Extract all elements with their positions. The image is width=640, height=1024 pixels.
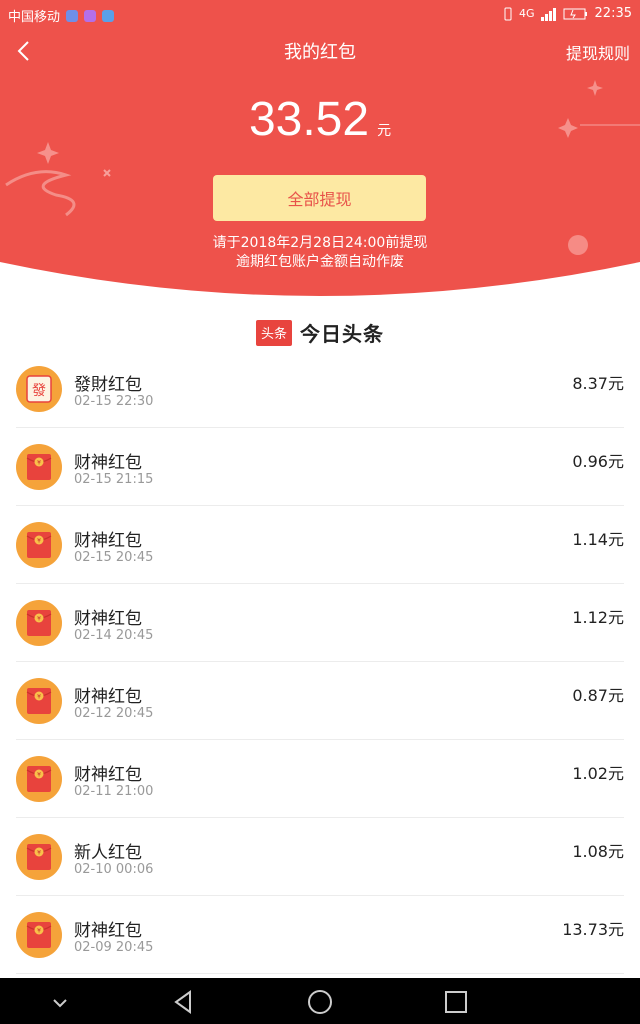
- item-amount: 1.14元: [572, 530, 624, 549]
- header: 中国移动 4G 22:35 我的红包 提现规则 33.52 元 全部提现 请于2…: [0, 0, 640, 300]
- status-bar: 中国移动 4G 22:35: [0, 0, 640, 28]
- svg-text:發: 發: [32, 383, 46, 399]
- list-item[interactable]: ¥ 财神红包 02-15 21:15 0.96元: [16, 428, 624, 506]
- yuan-envelope-icon: ¥: [16, 756, 62, 802]
- svg-text:¥: ¥: [37, 694, 41, 701]
- svg-text:¥: ¥: [37, 850, 41, 857]
- app-notification-icon: [84, 9, 97, 22]
- notice-line: 请于2018年2月28日24:00前提现: [212, 235, 428, 251]
- fa-icon: 發: [16, 366, 62, 412]
- clock-label: 22:35: [594, 6, 632, 21]
- item-amount: 1.08元: [572, 842, 624, 861]
- nav-bar: 我的红包 提现规则: [0, 34, 640, 70]
- network-label: 4G: [519, 7, 535, 20]
- list-item[interactable]: 發 發財红包 02-15 22:30 8.37元: [16, 350, 624, 428]
- app-notification-icon: [66, 9, 79, 22]
- page-title: 我的红包: [284, 42, 356, 63]
- yuan-envelope-icon: ¥: [16, 678, 62, 724]
- hide-nav-button[interactable]: [46, 988, 74, 1016]
- yuan-envelope-icon: ¥: [16, 912, 62, 958]
- yuan-envelope-icon: ¥: [16, 600, 62, 646]
- svg-text:¥: ¥: [37, 616, 41, 623]
- brand-logo: 头条 今日头条: [0, 318, 640, 347]
- toutiao-name: 今日头条: [300, 322, 384, 346]
- back-nav-button[interactable]: [170, 988, 198, 1016]
- item-time: 02-10 00:06: [74, 862, 154, 877]
- system-nav-bar: [0, 978, 640, 1024]
- notice-line: 逾期红包账户金额自动作废: [236, 254, 404, 270]
- yuan-envelope-icon: ¥: [16, 444, 62, 490]
- item-time: 02-12 20:45: [74, 706, 154, 721]
- balance-amount: 33.52: [248, 93, 370, 146]
- svg-text:¥: ¥: [37, 772, 41, 779]
- list-item[interactable]: ¥ 新人红包 02-10 00:06 1.08元: [16, 818, 624, 896]
- item-name: 财神红包: [74, 687, 142, 707]
- item-name: 财神红包: [74, 609, 142, 629]
- withdraw-notice: 请于2018年2月28日24:00前提现 逾期红包账户金额自动作废: [0, 234, 640, 272]
- home-nav-button[interactable]: [306, 988, 334, 1016]
- battery-icon: [563, 8, 587, 19]
- item-time: 02-11 21:00: [74, 784, 154, 799]
- item-time: 02-15 21:15: [74, 472, 154, 487]
- withdraw-all-button[interactable]: 全部提现: [213, 175, 426, 221]
- list-item[interactable]: ¥ 财神红包 02-12 20:45 0.87元: [16, 662, 624, 740]
- list-item[interactable]: ¥ 财神红包 02-11 21:00 1.02元: [16, 740, 624, 818]
- item-amount: 1.12元: [572, 608, 624, 627]
- signal-icon: [540, 7, 556, 21]
- svg-text:¥: ¥: [37, 460, 41, 467]
- list-item[interactable]: ¥ 财神红包 02-14 20:45 1.12元: [16, 584, 624, 662]
- balance-display: 33.52 元: [0, 92, 640, 147]
- item-amount: 0.87元: [572, 686, 624, 705]
- item-amount: 8.37元: [572, 374, 624, 393]
- item-amount: 13.73元: [562, 920, 624, 939]
- carrier-label: 中国移动: [8, 10, 61, 25]
- app-notification-icon: [102, 9, 115, 22]
- item-name: 财神红包: [74, 531, 142, 551]
- list-item[interactable]: ¥ 财神红包 02-09 20:45 13.73元: [16, 896, 624, 974]
- yuan-envelope-icon: ¥: [16, 522, 62, 568]
- item-name: 發財红包: [74, 375, 142, 395]
- balance-unit: 元: [377, 123, 392, 139]
- yuan-envelope-icon: ¥: [16, 834, 62, 880]
- item-name: 新人红包: [74, 843, 142, 863]
- item-time: 02-15 20:45: [74, 550, 154, 565]
- list-item[interactable]: ¥ 财神红包 02-15 20:45 1.14元: [16, 506, 624, 584]
- toutiao-badge: 头条: [256, 319, 292, 346]
- item-name: 财神红包: [74, 765, 142, 785]
- vibrate-icon: [504, 7, 512, 20]
- item-name: 财神红包: [74, 921, 142, 941]
- item-amount: 1.02元: [572, 764, 624, 783]
- svg-text:¥: ¥: [37, 538, 41, 545]
- item-time: 02-15 22:30: [74, 394, 154, 409]
- withdraw-rules-link[interactable]: 提现规则: [566, 40, 630, 64]
- svg-text:¥: ¥: [37, 928, 41, 935]
- recents-nav-button[interactable]: [442, 988, 470, 1016]
- item-name: 财神红包: [74, 453, 142, 473]
- red-packet-list: 發發財红包 02-15 22:30 8.37元 ¥ 财神红包 02-15 21:15 0.9…: [16, 350, 624, 974]
- item-time: 02-09 20:45: [74, 940, 154, 955]
- item-amount: 0.96元: [572, 452, 624, 471]
- item-time: 02-14 20:45: [74, 628, 154, 643]
